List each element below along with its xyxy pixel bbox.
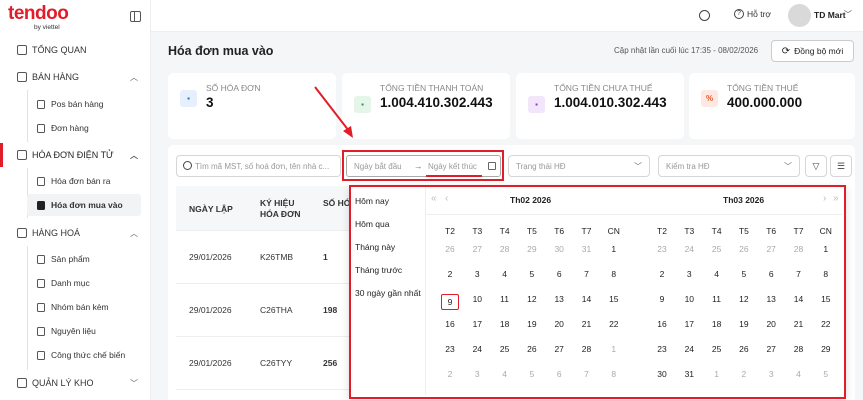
annotation-arrow <box>314 86 350 132</box>
annotation-arrowhead <box>343 126 353 138</box>
highlight-box-picker <box>349 185 846 399</box>
